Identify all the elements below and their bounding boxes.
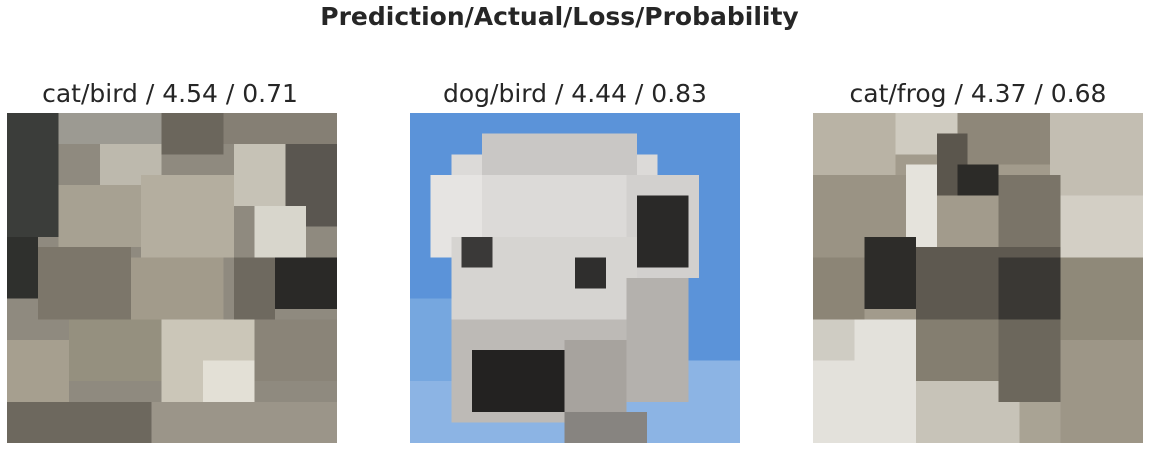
panel-title: cat/frog / 4.37 / 0.68 (849, 79, 1107, 108)
sample-image-2 (410, 113, 740, 443)
sample-image-3 (813, 113, 1143, 443)
panel-title: cat/bird / 4.54 / 0.71 (42, 79, 298, 108)
panel-title: dog/bird / 4.44 / 0.83 (443, 79, 707, 108)
figure-title: Prediction/Actual/Loss/Probability (320, 2, 799, 31)
sample-image-1 (7, 113, 337, 443)
